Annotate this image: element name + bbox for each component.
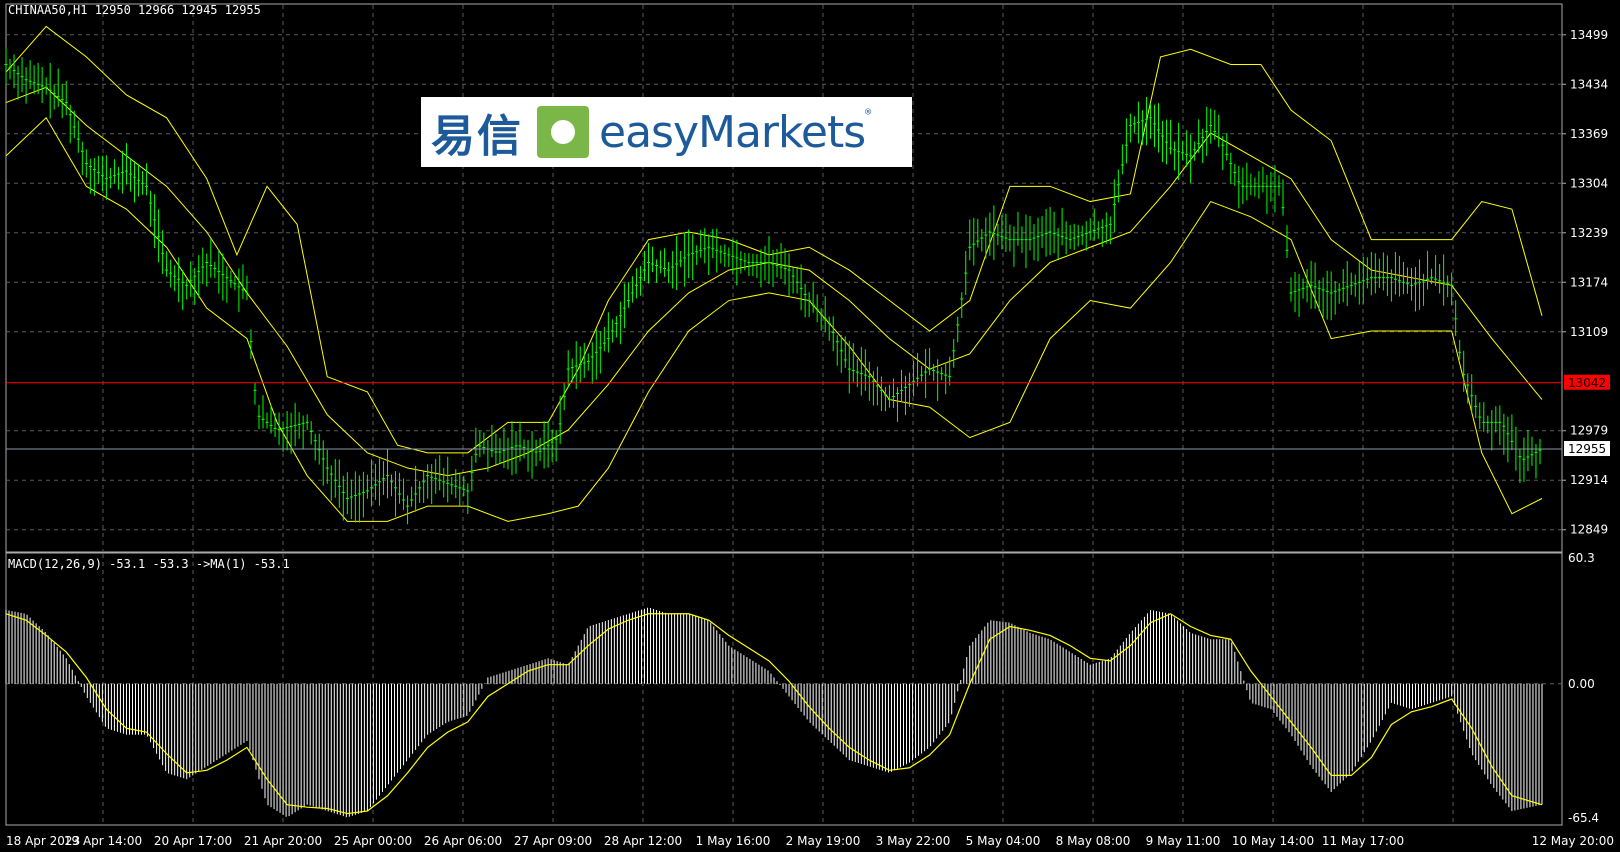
x-tick-label: 9 May 11:00 bbox=[1146, 834, 1221, 848]
y-tick-label: 12979 bbox=[1570, 424, 1608, 438]
y-tick-label: 13239 bbox=[1570, 226, 1608, 240]
x-tick-label: 20 Apr 17:00 bbox=[154, 834, 232, 848]
macd-signal-line bbox=[5, 613, 1543, 815]
x-tick-label: 2 May 19:00 bbox=[786, 834, 861, 848]
x-tick-label: 28 Apr 12:00 bbox=[604, 834, 682, 848]
x-tick-label: 3 May 22:00 bbox=[876, 834, 951, 848]
logo-mark-icon bbox=[537, 106, 589, 158]
lower-bollinger-band bbox=[5, 116, 1543, 522]
logo-registered-mark: ® bbox=[865, 107, 872, 118]
y-tick-label: 12914 bbox=[1570, 473, 1608, 487]
x-tick-label: 8 May 08:00 bbox=[1056, 834, 1131, 848]
macd-y-label: 60.3 bbox=[1568, 551, 1595, 565]
x-tick-label: 21 Apr 20:00 bbox=[244, 834, 322, 848]
macd-y-label: -65.4 bbox=[1568, 811, 1599, 825]
y-tick-label: 12849 bbox=[1570, 523, 1608, 537]
x-tick-label: 26 Apr 06:00 bbox=[424, 834, 502, 848]
red-level-label: 13042 bbox=[1568, 376, 1606, 390]
y-tick-label: 13304 bbox=[1570, 176, 1608, 190]
x-tick-label: 11 May 17:00 bbox=[1322, 834, 1404, 848]
logo-en-text: easyMarkets bbox=[599, 106, 866, 158]
y-tick-label: 13174 bbox=[1570, 275, 1608, 289]
macd-header: MACD(12,26,9) -53.1 -53.3 ->MA(1) -53.1 bbox=[8, 557, 290, 571]
x-tick-label: 10 May 14:00 bbox=[1232, 834, 1314, 848]
y-tick-label: 13434 bbox=[1570, 77, 1608, 91]
y-tick-label: 13369 bbox=[1570, 127, 1608, 141]
macd-panel[interactable] bbox=[5, 607, 1543, 818]
x-tick-label: 12 May 20:00 bbox=[1532, 834, 1614, 848]
x-tick-label: 27 Apr 09:00 bbox=[514, 834, 592, 848]
x-tick-label: 1 May 16:00 bbox=[696, 834, 771, 848]
y-tick-label: 13499 bbox=[1570, 28, 1608, 42]
y-tick-label: 13109 bbox=[1570, 325, 1608, 339]
x-tick-label: 5 May 04:00 bbox=[966, 834, 1041, 848]
x-tick-label: 19 Apr 14:00 bbox=[64, 834, 142, 848]
upper-bollinger-band bbox=[5, 25, 1543, 454]
bid-label: 12955 bbox=[1568, 442, 1606, 456]
macd-y-label: 0.00 bbox=[1568, 677, 1595, 691]
x-tick-label: 25 Apr 00:00 bbox=[334, 834, 412, 848]
symbol-header: CHINAA50,H1 12950 12966 12945 12955 bbox=[8, 3, 261, 17]
logo-cn-text: 易信 bbox=[431, 111, 523, 162]
easymarkets-logo: 易信 easyMarkets ® bbox=[421, 97, 912, 167]
chart-window[interactable]: 18 Apr 2023 19 Apr 14:00 20 Apr 17:00 21 Ap… bbox=[0, 0, 1620, 852]
